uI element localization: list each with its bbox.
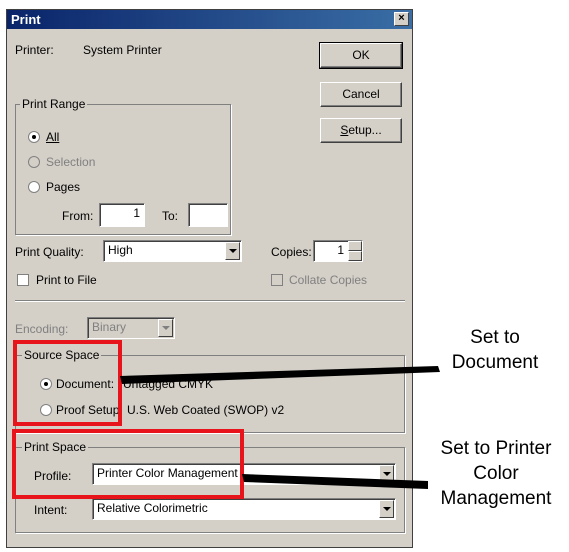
annotation-line: Color — [473, 463, 519, 484]
annotation-line: Set to — [470, 327, 520, 348]
annotation-set-to-printer-color-management: Set to Printer Color Management — [426, 436, 566, 511]
callout-line-document — [120, 366, 440, 384]
annotation-line: Document — [451, 352, 539, 373]
annotation-line: Set to Printer — [440, 438, 552, 459]
annotation-line: Management — [440, 488, 552, 509]
callout-line-printer — [242, 474, 428, 489]
annotation-set-to-document: Set to Document — [430, 325, 560, 375]
